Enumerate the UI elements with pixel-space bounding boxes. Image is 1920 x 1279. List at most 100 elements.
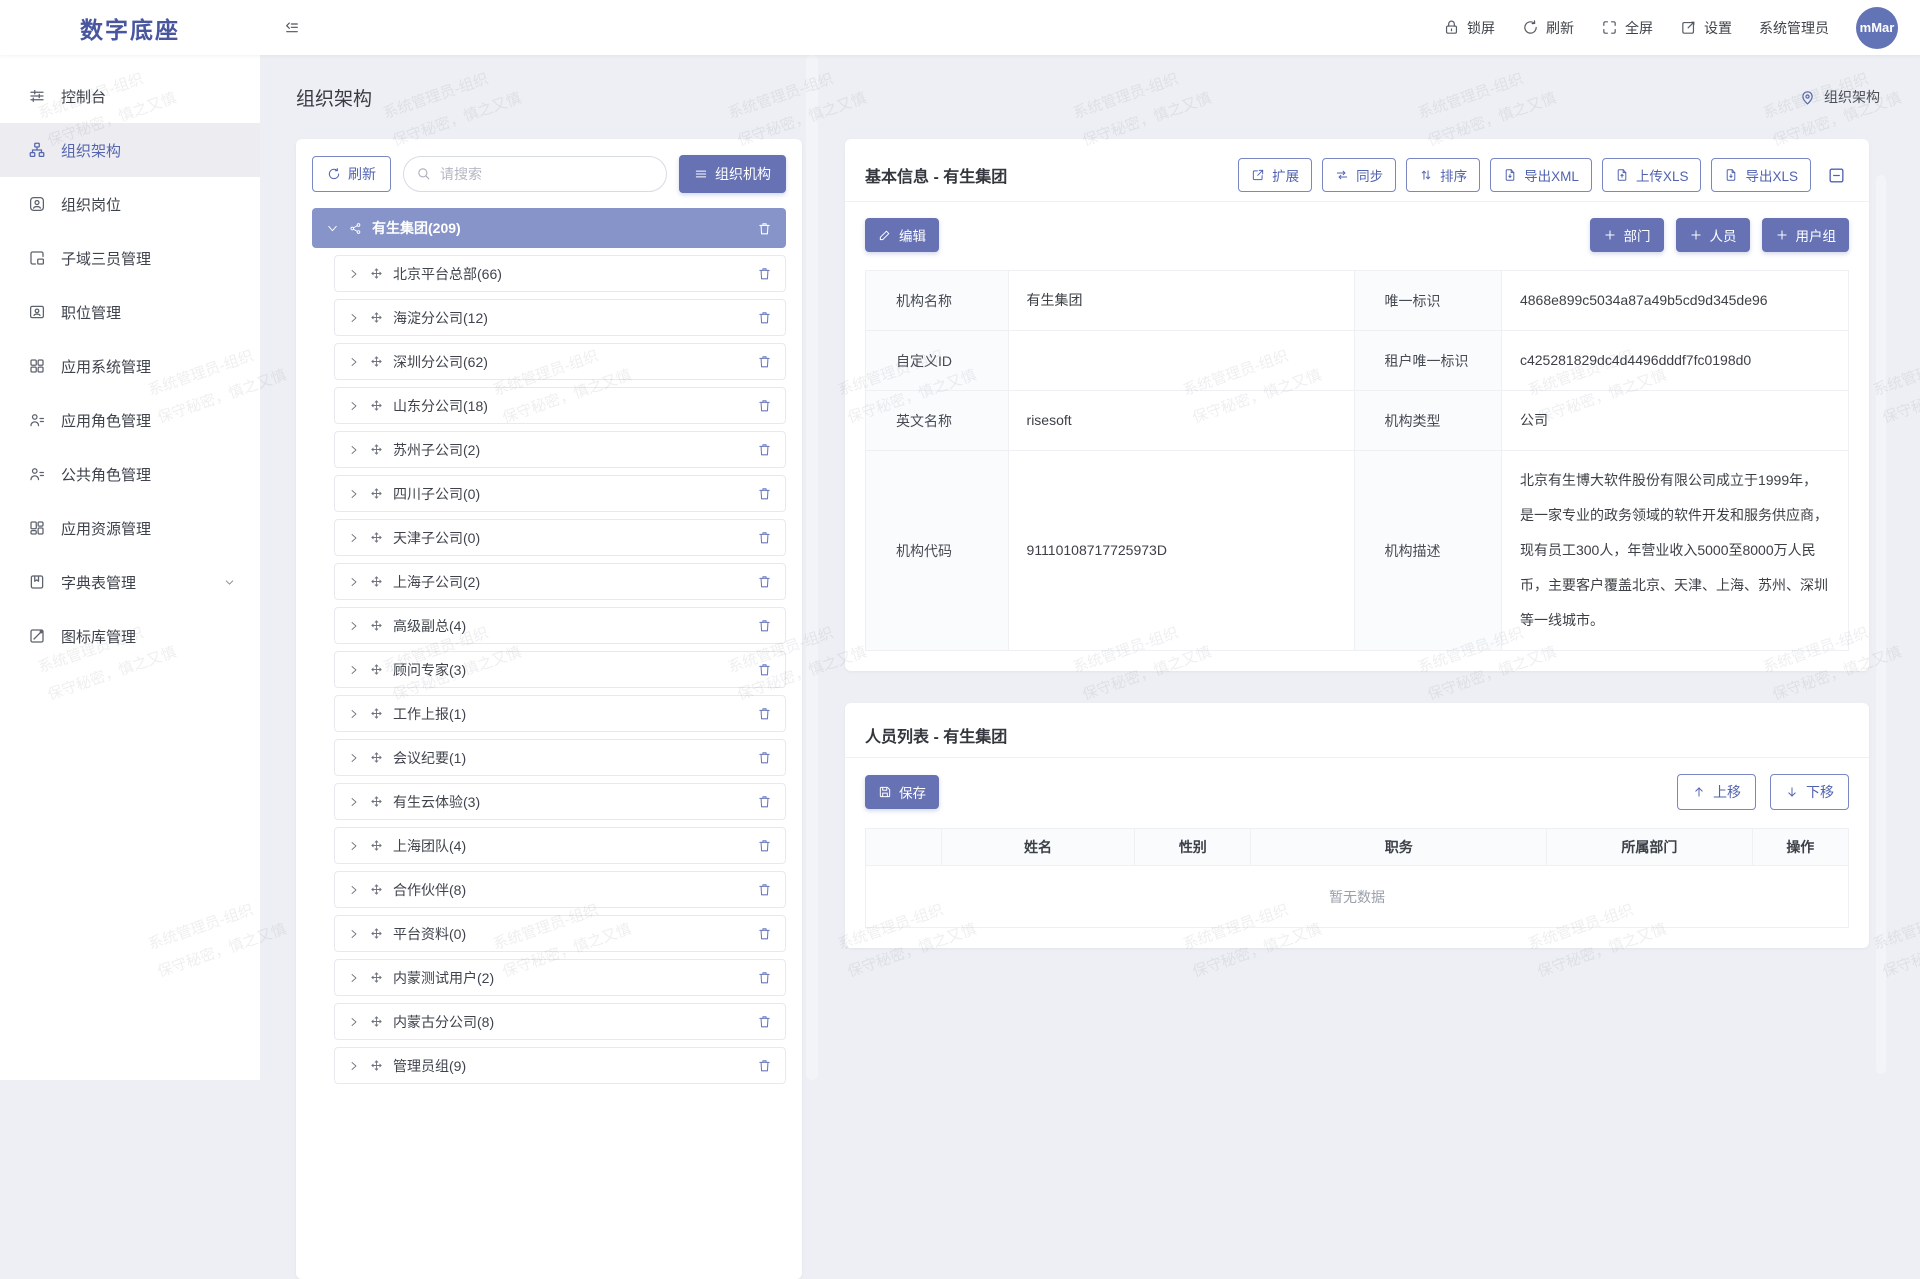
tree-search-input[interactable] bbox=[403, 156, 667, 192]
drag-handle-icon[interactable] bbox=[370, 619, 383, 632]
expand-button[interactable]: 扩展 bbox=[1238, 158, 1312, 192]
chevron-right-icon[interactable] bbox=[348, 708, 360, 720]
chevron-right-icon[interactable] bbox=[348, 532, 360, 544]
delete-icon[interactable] bbox=[757, 618, 772, 633]
drag-handle-icon[interactable] bbox=[370, 1059, 383, 1072]
sidebar-item-app-role-mgmt[interactable]: 应用角色管理 bbox=[0, 393, 260, 447]
tree-node[interactable]: 苏州子公司(2) bbox=[334, 431, 786, 468]
delete-icon[interactable] bbox=[757, 970, 772, 985]
chevron-right-icon[interactable] bbox=[348, 664, 360, 676]
delete-icon[interactable] bbox=[757, 442, 772, 457]
drag-handle-icon[interactable] bbox=[370, 531, 383, 544]
drag-handle-icon[interactable] bbox=[370, 355, 383, 368]
chevron-down-icon[interactable] bbox=[326, 222, 339, 235]
tree-node[interactable]: 北京平台总部(66) bbox=[334, 255, 786, 292]
right-scrollbar-track[interactable] bbox=[1876, 175, 1886, 1074]
drag-handle-icon[interactable] bbox=[370, 751, 383, 764]
delete-icon[interactable] bbox=[757, 1058, 772, 1073]
sidebar-item-org-structure[interactable]: 组织架构 bbox=[0, 123, 260, 177]
sidebar-item-console[interactable]: 控制台 bbox=[0, 69, 260, 123]
chevron-right-icon[interactable] bbox=[348, 972, 360, 984]
chevron-right-icon[interactable] bbox=[348, 444, 360, 456]
drag-handle-icon[interactable] bbox=[370, 311, 383, 324]
chevron-right-icon[interactable] bbox=[348, 576, 360, 588]
org-structure-button[interactable]: 组织机构 bbox=[679, 155, 786, 193]
move-down-button[interactable]: 下移 bbox=[1770, 774, 1849, 810]
drag-handle-icon[interactable] bbox=[370, 1015, 383, 1028]
tree-node[interactable]: 管理员组(9) bbox=[334, 1047, 786, 1084]
sidebar-item-public-role-mgmt[interactable]: 公共角色管理 bbox=[0, 447, 260, 501]
refresh-button[interactable]: 刷新 bbox=[1522, 18, 1574, 38]
chevron-right-icon[interactable] bbox=[348, 620, 360, 632]
delete-icon[interactable] bbox=[757, 838, 772, 853]
drag-handle-icon[interactable] bbox=[370, 487, 383, 500]
export-xml-button[interactable]: 导出XML bbox=[1490, 158, 1592, 192]
left-scrollbar-track[interactable] bbox=[806, 55, 818, 1080]
tree-node[interactable]: 海淀分公司(12) bbox=[334, 299, 786, 336]
sort-button[interactable]: 排序 bbox=[1406, 158, 1480, 192]
sidebar-item-org-post[interactable]: 组织岗位 bbox=[0, 177, 260, 231]
lock-screen-button[interactable]: 锁屏 bbox=[1443, 18, 1495, 38]
chevron-right-icon[interactable] bbox=[348, 488, 360, 500]
save-button[interactable]: 保存 bbox=[865, 775, 939, 809]
tree-node[interactable]: 深圳分公司(62) bbox=[334, 343, 786, 380]
drag-handle-icon[interactable] bbox=[370, 575, 383, 588]
drag-handle-icon[interactable] bbox=[370, 663, 383, 676]
move-up-button[interactable]: 上移 bbox=[1677, 774, 1756, 810]
delete-icon[interactable] bbox=[757, 706, 772, 721]
drag-handle-icon[interactable] bbox=[370, 971, 383, 984]
delete-icon[interactable] bbox=[757, 926, 772, 941]
drag-handle-icon[interactable] bbox=[370, 883, 383, 896]
chevron-right-icon[interactable] bbox=[348, 840, 360, 852]
drag-handle-icon[interactable] bbox=[370, 443, 383, 456]
chevron-right-icon[interactable] bbox=[348, 400, 360, 412]
tree-node[interactable]: 平台资料(0) bbox=[334, 915, 786, 952]
sidebar-item-position-mgmt[interactable]: 职位管理 bbox=[0, 285, 260, 339]
tree-node[interactable]: 内蒙古分公司(8) bbox=[334, 1003, 786, 1040]
delete-icon[interactable] bbox=[757, 221, 772, 236]
delete-icon[interactable] bbox=[757, 794, 772, 809]
chevron-right-icon[interactable] bbox=[348, 268, 360, 280]
drag-handle-icon[interactable] bbox=[370, 795, 383, 808]
sidebar-item-icon-library-mgmt[interactable]: 图标库管理 bbox=[0, 609, 260, 663]
sidebar-item-app-resource-mgmt[interactable]: 应用资源管理 bbox=[0, 501, 260, 555]
chevron-right-icon[interactable] bbox=[348, 752, 360, 764]
edit-button[interactable]: 编辑 bbox=[865, 218, 939, 252]
sidebar-item-app-system-mgmt[interactable]: 应用系统管理 bbox=[0, 339, 260, 393]
delete-icon[interactable] bbox=[757, 310, 772, 325]
tree-node[interactable]: 山东分公司(18) bbox=[334, 387, 786, 424]
collapse-panel-button[interactable] bbox=[1827, 164, 1849, 186]
tree-node[interactable]: 四川子公司(0) bbox=[334, 475, 786, 512]
delete-icon[interactable] bbox=[757, 662, 772, 677]
chevron-right-icon[interactable] bbox=[348, 884, 360, 896]
delete-icon[interactable] bbox=[757, 882, 772, 897]
tree-root-node[interactable]: 有生集团(209) bbox=[312, 208, 786, 248]
delete-icon[interactable] bbox=[757, 354, 772, 369]
delete-icon[interactable] bbox=[757, 1014, 772, 1029]
current-user-name[interactable]: 系统管理员 bbox=[1759, 18, 1829, 38]
chevron-right-icon[interactable] bbox=[348, 312, 360, 324]
add-department-button[interactable]: 部门 bbox=[1590, 218, 1664, 252]
drag-handle-icon[interactable] bbox=[370, 707, 383, 720]
add-person-button[interactable]: 人员 bbox=[1676, 218, 1750, 252]
sync-button[interactable]: 同步 bbox=[1322, 158, 1396, 192]
chevron-right-icon[interactable] bbox=[348, 796, 360, 808]
tree-node[interactable]: 内蒙测试用户(2) bbox=[334, 959, 786, 996]
tree-node[interactable]: 会议纪要(1) bbox=[334, 739, 786, 776]
fullscreen-button[interactable]: 全屏 bbox=[1601, 18, 1653, 38]
tree-node[interactable]: 上海子公司(2) bbox=[334, 563, 786, 600]
delete-icon[interactable] bbox=[757, 266, 772, 281]
sidebar-item-dict-table-mgmt[interactable]: 字典表管理 bbox=[0, 555, 260, 609]
chevron-right-icon[interactable] bbox=[348, 356, 360, 368]
chevron-right-icon[interactable] bbox=[348, 928, 360, 940]
delete-icon[interactable] bbox=[757, 486, 772, 501]
sidebar-item-subdomain-admins[interactable]: 子域三员管理 bbox=[0, 231, 260, 285]
delete-icon[interactable] bbox=[757, 530, 772, 545]
tree-node[interactable]: 天津子公司(0) bbox=[334, 519, 786, 556]
chevron-right-icon[interactable] bbox=[348, 1016, 360, 1028]
drag-handle-icon[interactable] bbox=[370, 267, 383, 280]
tree-node[interactable]: 有生云体验(3) bbox=[334, 783, 786, 820]
delete-icon[interactable] bbox=[757, 398, 772, 413]
tree-node[interactable]: 顾问专家(3) bbox=[334, 651, 786, 688]
delete-icon[interactable] bbox=[757, 750, 772, 765]
